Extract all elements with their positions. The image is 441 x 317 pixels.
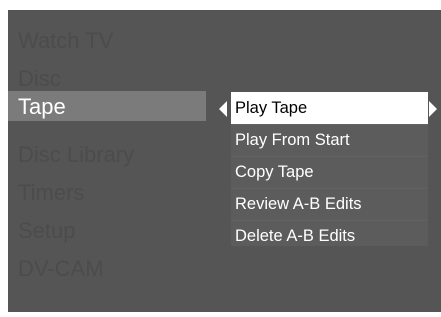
main-menu-item-dv-cam[interactable]: DV-CAM: [18, 256, 104, 282]
main-menu-item-disc[interactable]: Disc: [18, 66, 61, 92]
submenu-item-label: Copy Tape: [235, 163, 314, 181]
submenu-item-play-from-start[interactable]: Play From Start: [231, 124, 428, 156]
caret-left-icon[interactable]: [219, 101, 227, 117]
main-menu-item-disc-library[interactable]: Disc Library: [18, 142, 134, 168]
submenu-item-copy-tape[interactable]: Copy Tape: [231, 156, 428, 188]
main-menu-item-timers[interactable]: Timers: [18, 180, 84, 206]
submenu-item-delete-ab-edits[interactable]: Delete A-B Edits: [231, 220, 428, 246]
submenu-item-label: Delete A-B Edits: [235, 227, 356, 245]
main-menu-item-setup[interactable]: Setup: [18, 218, 76, 244]
submenu-item-label: Play From Start: [235, 131, 350, 149]
submenu-item-review-ab-edits[interactable]: Review A-B Edits: [231, 188, 428, 220]
menu-screen: Watch TV Disc Tape Disc Library Timers S…: [8, 10, 441, 312]
submenu-item-label: Review A-B Edits: [235, 195, 362, 213]
main-menu-item-label: Tape: [18, 94, 66, 119]
caret-right-icon[interactable]: [429, 101, 437, 117]
main-menu-item-watch-tv[interactable]: Watch TV: [18, 28, 113, 54]
main-menu-item-tape[interactable]: Tape: [8, 91, 206, 121]
submenu-item-play-tape[interactable]: Play Tape: [231, 92, 428, 124]
submenu-item-label: Play Tape: [235, 99, 308, 117]
submenu: Play Tape Play From Start Copy Tape Revi…: [231, 92, 428, 246]
